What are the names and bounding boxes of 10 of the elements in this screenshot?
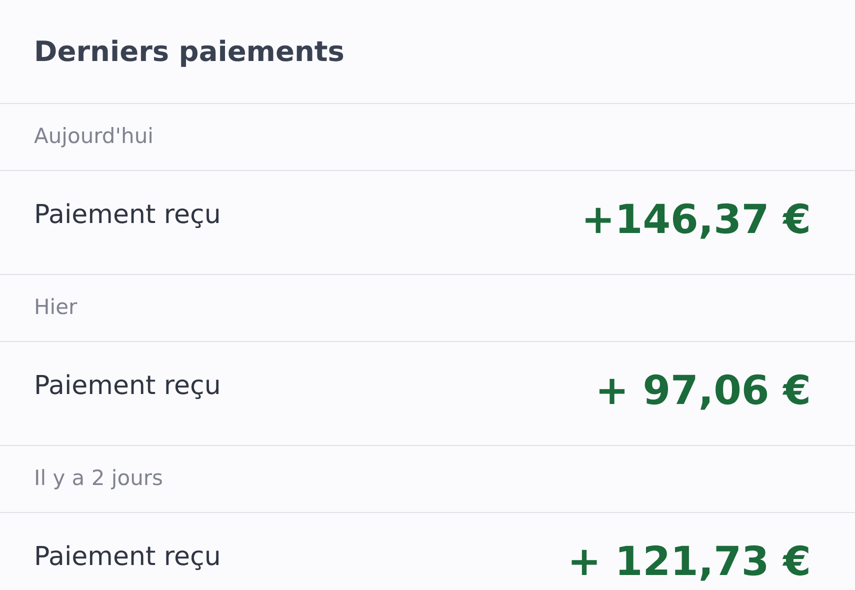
section-title: Derniers paiements <box>34 34 344 70</box>
payment-label: Paiement reçu <box>34 199 221 232</box>
payment-amount: +146,37 € <box>581 196 811 244</box>
payment-label: Paiement reçu <box>34 541 221 574</box>
payment-label: Paiement reçu <box>34 370 221 403</box>
date-label: Aujourd'hui <box>34 123 154 150</box>
date-label: Il y a 2 jours <box>34 465 163 492</box>
date-label: Hier <box>34 294 78 322</box>
payment-amount: + 97,06 € <box>595 366 811 416</box>
payment-amount: + 121,73 € <box>567 538 811 586</box>
